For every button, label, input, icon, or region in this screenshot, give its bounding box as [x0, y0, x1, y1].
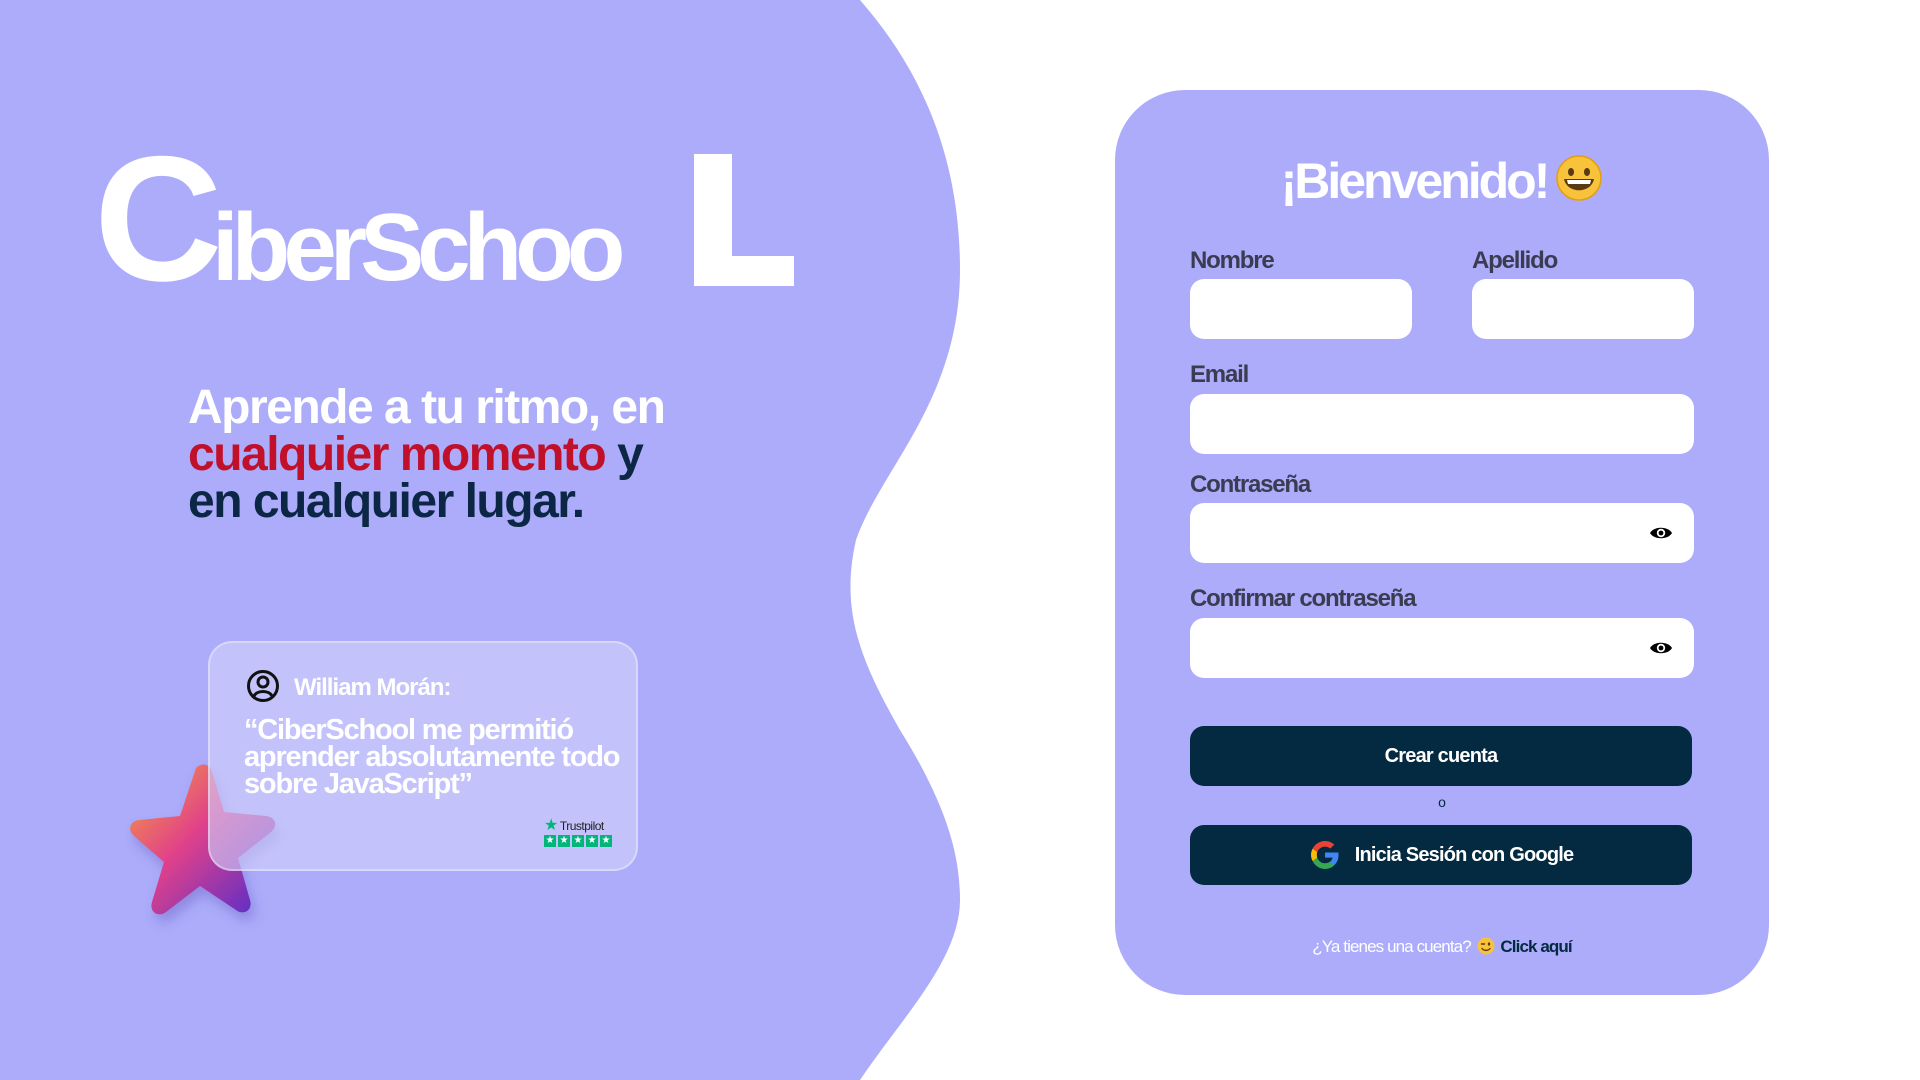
login-question: ¿Ya tienes una cuenta? [1312, 937, 1471, 956]
user-circle-icon [247, 670, 279, 702]
testimonial-card: William Morán: “CiberSchool me permitió … [208, 641, 638, 871]
signup-form-card: ¡Bienvenido! Nombre Apellido Email Contr… [1115, 90, 1769, 995]
testimonial-author: William Morán: [294, 674, 451, 701]
password-input[interactable] [1190, 503, 1694, 563]
rating-star-icon: ★ [544, 835, 556, 847]
testimonial-quote: “CiberSchool me permitió aprender absolu… [244, 714, 620, 800]
eye-icon[interactable] [1649, 524, 1673, 542]
tagline-line1: Aprende a tu ritmo, en [188, 381, 666, 434]
rating-star-icon: ★ [600, 835, 612, 847]
confirm-password-input[interactable] [1190, 618, 1694, 678]
hero-tagline: Aprende a tu ritmo, en cualquier momento… [188, 381, 748, 528]
google-signin-button[interactable]: Inicia Sesión con Google [1190, 825, 1692, 885]
create-account-button[interactable]: Crear cuenta [1190, 726, 1692, 786]
password-label: Contraseña [1190, 471, 1311, 498]
google-icon [1310, 841, 1339, 869]
login-link[interactable]: Click aquí [1500, 937, 1572, 956]
rating-star-icon: ★ [558, 835, 570, 847]
apellido-input[interactable] [1472, 279, 1694, 339]
logo-final-letter [694, 154, 794, 286]
logo-middle: iberSchoo [212, 194, 625, 301]
form-title-text: ¡Bienvenido! [1280, 153, 1551, 209]
trustpilot-star-icon: ★ [544, 817, 558, 834]
apellido-label: Apellido [1472, 247, 1558, 274]
tagline-line3: en cualquier lugar. [188, 475, 585, 528]
or-separator: o [1438, 794, 1446, 810]
google-signin-label: Inicia Sesión con Google [1354, 843, 1574, 866]
nombre-label: Nombre [1190, 247, 1275, 274]
email-input[interactable] [1190, 394, 1694, 454]
grinning-face-icon [1556, 155, 1603, 201]
tagline-highlight: cualquier momento [188, 428, 607, 481]
tagline-connector: y [605, 428, 644, 481]
email-label: Email [1190, 361, 1249, 388]
trustpilot-rating: ★ ★ ★ ★ ★ [544, 835, 616, 847]
form-title: ¡Bienvenido! [1115, 152, 1769, 210]
logo-initial: C [94, 119, 223, 318]
trustpilot-label: Trustpilot [559, 819, 604, 833]
rating-star-icon: ★ [572, 835, 584, 847]
brand-logo: C iberSchoo [94, 130, 794, 308]
create-account-label: Crear cuenta [1384, 744, 1498, 767]
eye-icon[interactable] [1649, 639, 1673, 657]
confirm-password-label: Confirmar contraseña [1190, 585, 1417, 612]
signup-page: C iberSchoo Aprende a tu ritmo, en cualq… [0, 0, 1920, 1080]
nombre-input[interactable] [1190, 279, 1412, 339]
login-prompt: ¿Ya tienes una cuenta? Click aquí [1115, 937, 1769, 957]
rating-star-icon: ★ [586, 835, 598, 847]
winking-face-icon [1477, 937, 1495, 955]
trustpilot-badge: ★ Trustpilot ★ ★ ★ ★ ★ [544, 817, 616, 855]
